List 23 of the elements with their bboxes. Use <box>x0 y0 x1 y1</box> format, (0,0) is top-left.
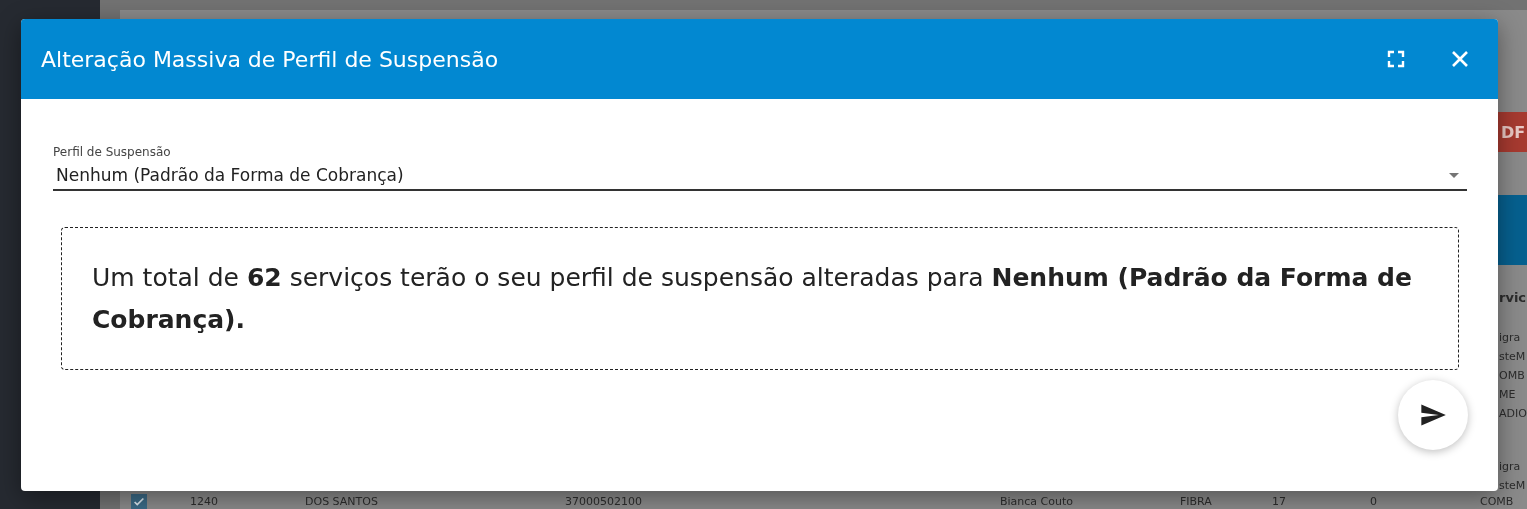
row-checkbox[interactable] <box>131 494 147 509</box>
table-cell-text: igra <box>1499 330 1522 346</box>
dialog-title: Alteração Massiva de Perfil de Suspensão <box>41 46 500 72</box>
table-cell-text: Bianca Couto <box>1000 495 1075 508</box>
table-cell-text: igra <box>1499 459 1522 475</box>
table-cell-text: DOS SANTOS <box>305 495 379 508</box>
dropdown-arrow-icon <box>1449 172 1459 178</box>
table-cell-text: 37000502100 <box>565 495 643 508</box>
table-cell-text: 0 <box>1370 495 1378 508</box>
select-field[interactable]: Nenhum (Padrão da Forma de Cobrança) <box>53 159 1467 191</box>
table-cell-text: steM <box>1499 478 1527 494</box>
table-cell-text: ME <box>1499 387 1517 403</box>
table-cell-text: FIBRA <box>1180 495 1213 508</box>
column-heading: rvic <box>1499 290 1527 305</box>
table-cell: COMB <box>1480 495 1514 508</box>
table-cell-text: 17 <box>1272 495 1287 508</box>
message-text: Um total de 62 serviços terão o seu perfil de suspensão alteradas para Nenhum (Padrão da Forma de Cobrança). <box>92 261 1413 336</box>
table-cell-text: OMB <box>1499 368 1526 384</box>
send-button[interactable] <box>1398 380 1468 450</box>
field-label: Perfil de Suspensão <box>53 145 172 159</box>
table-cell-text: ADIO <box>1499 406 1527 422</box>
table-cell-text: steM <box>1499 349 1527 365</box>
table-cell-text: 1240 <box>190 495 219 508</box>
